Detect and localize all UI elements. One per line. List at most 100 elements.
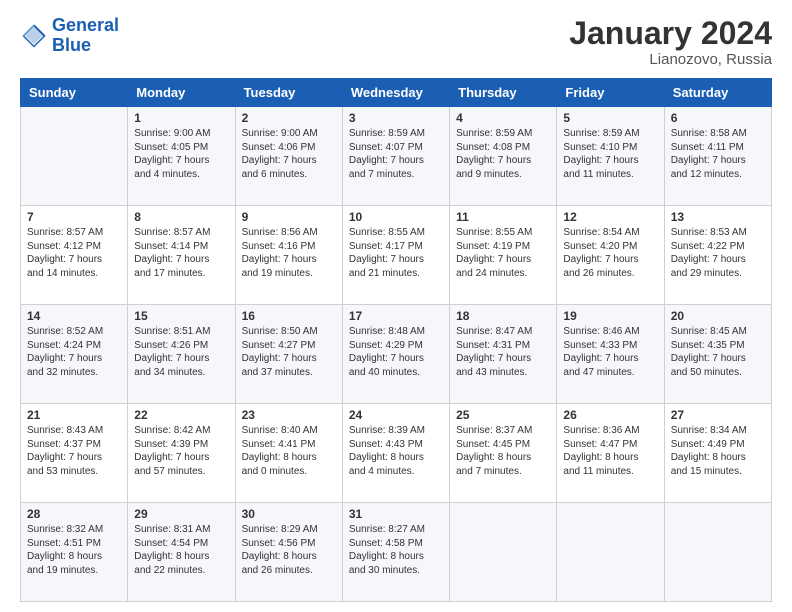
calendar-cell bbox=[557, 503, 664, 602]
calendar-cell bbox=[21, 107, 128, 206]
weekday-header-thursday: Thursday bbox=[450, 79, 557, 107]
calendar-cell: 5 Sunrise: 8:59 AMSunset: 4:10 PMDaylight… bbox=[557, 107, 664, 206]
calendar-cell: 16 Sunrise: 8:50 AMSunset: 4:27 PMDayligh… bbox=[235, 305, 342, 404]
day-info: Sunrise: 8:57 AMSunset: 4:12 PMDaylight:… bbox=[27, 226, 121, 280]
day-info: Sunrise: 8:43 AMSunset: 4:37 PMDaylight:… bbox=[27, 424, 121, 478]
calendar-cell: 8 Sunrise: 8:57 AMSunset: 4:14 PMDaylight… bbox=[128, 206, 235, 305]
logo: General Blue bbox=[20, 16, 119, 56]
day-number: 18 bbox=[456, 309, 550, 323]
day-number: 31 bbox=[349, 507, 443, 521]
weekday-header-saturday: Saturday bbox=[664, 79, 771, 107]
calendar-cell bbox=[664, 503, 771, 602]
month-title: January 2024 bbox=[569, 16, 772, 51]
day-number: 20 bbox=[671, 309, 765, 323]
day-number: 26 bbox=[563, 408, 657, 422]
day-info: Sunrise: 8:54 AMSunset: 4:20 PMDaylight:… bbox=[563, 226, 657, 280]
calendar-cell: 25 Sunrise: 8:37 AMSunset: 4:45 PMDayligh… bbox=[450, 404, 557, 503]
weekday-header-wednesday: Wednesday bbox=[342, 79, 449, 107]
weekday-header-friday: Friday bbox=[557, 79, 664, 107]
weekday-header-sunday: Sunday bbox=[21, 79, 128, 107]
calendar-cell: 12 Sunrise: 8:54 AMSunset: 4:20 PMDayligh… bbox=[557, 206, 664, 305]
calendar-cell: 17 Sunrise: 8:48 AMSunset: 4:29 PMDayligh… bbox=[342, 305, 449, 404]
calendar-cell bbox=[450, 503, 557, 602]
day-number: 21 bbox=[27, 408, 121, 422]
day-info: Sunrise: 8:56 AMSunset: 4:16 PMDaylight:… bbox=[242, 226, 336, 280]
title-block: January 2024 Lianozovo, Russia bbox=[569, 16, 772, 68]
calendar-cell: 31Sunrise: 8:27 AMSunset: 4:58 PMDayligh… bbox=[342, 503, 449, 602]
day-info: Sunrise: 8:46 AMSunset: 4:33 PMDaylight:… bbox=[563, 325, 657, 379]
header: General Blue January 2024 Lianozovo, Rus… bbox=[20, 16, 772, 68]
calendar-cell: 3Sunrise: 8:59 AMSunset: 4:07 PMDaylight… bbox=[342, 107, 449, 206]
day-number: 1 bbox=[134, 111, 228, 125]
day-info: Sunrise: 8:53 AMSunset: 4:22 PMDaylight:… bbox=[671, 226, 765, 280]
calendar-week-row: 7Sunrise: 8:57 AMSunset: 4:12 PMDaylight… bbox=[21, 206, 772, 305]
logo-general: General bbox=[52, 15, 119, 35]
day-number: 12 bbox=[563, 210, 657, 224]
day-number: 15 bbox=[134, 309, 228, 323]
day-number: 10 bbox=[349, 210, 443, 224]
day-info: Sunrise: 8:52 AMSunset: 4:24 PMDaylight:… bbox=[27, 325, 121, 379]
day-number: 4 bbox=[456, 111, 550, 125]
calendar-week-row: 21 Sunrise: 8:43 AMSunset: 4:37 PMDayligh… bbox=[21, 404, 772, 503]
day-info: Sunrise: 8:59 AMSunset: 4:08 PMDaylight:… bbox=[456, 127, 550, 181]
day-info: Sunrise: 8:47 AMSunset: 4:31 PMDaylight:… bbox=[456, 325, 550, 379]
day-info: Sunrise: 8:45 AMSunset: 4:35 PMDaylight:… bbox=[671, 325, 765, 379]
day-number: 27 bbox=[671, 408, 765, 422]
calendar-cell: 13Sunrise: 8:53 AMSunset: 4:22 PMDayligh… bbox=[664, 206, 771, 305]
day-info: Sunrise: 9:00 AMSunset: 4:06 PMDaylight:… bbox=[242, 127, 336, 181]
day-number: 17 bbox=[349, 309, 443, 323]
day-number: 8 bbox=[134, 210, 228, 224]
calendar-header: SundayMondayTuesdayWednesdayThursdayFrid… bbox=[21, 79, 772, 107]
day-info: Sunrise: 8:37 AMSunset: 4:45 PMDaylight:… bbox=[456, 424, 550, 478]
location: Lianozovo, Russia bbox=[569, 51, 772, 68]
day-number: 28 bbox=[27, 507, 121, 521]
calendar-cell: 24Sunrise: 8:39 AMSunset: 4:43 PMDayligh… bbox=[342, 404, 449, 503]
calendar-table: SundayMondayTuesdayWednesdayThursdayFrid… bbox=[20, 78, 772, 602]
calendar-cell: 27Sunrise: 8:34 AMSunset: 4:49 PMDayligh… bbox=[664, 404, 771, 503]
day-number: 2 bbox=[242, 111, 336, 125]
day-info: Sunrise: 8:57 AMSunset: 4:14 PMDaylight:… bbox=[134, 226, 228, 280]
day-number: 5 bbox=[563, 111, 657, 125]
calendar-cell: 21 Sunrise: 8:43 AMSunset: 4:37 PMDayligh… bbox=[21, 404, 128, 503]
calendar-page: General Blue January 2024 Lianozovo, Rus… bbox=[0, 0, 792, 612]
day-number: 11 bbox=[456, 210, 550, 224]
day-info: Sunrise: 8:55 AMSunset: 4:19 PMDaylight:… bbox=[456, 226, 550, 280]
calendar-cell: 20 Sunrise: 8:45 AMSunset: 4:35 PMDayligh… bbox=[664, 305, 771, 404]
day-number: 29 bbox=[134, 507, 228, 521]
day-info: Sunrise: 8:29 AMSunset: 4:56 PMDaylight:… bbox=[242, 523, 336, 577]
weekday-header-monday: Monday bbox=[128, 79, 235, 107]
day-number: 25 bbox=[456, 408, 550, 422]
calendar-week-row: 28Sunrise: 8:32 AMSunset: 4:51 PMDayligh… bbox=[21, 503, 772, 602]
calendar-cell: 26 Sunrise: 8:36 AMSunset: 4:47 PMDayligh… bbox=[557, 404, 664, 503]
day-number: 30 bbox=[242, 507, 336, 521]
calendar-cell: 9Sunrise: 8:56 AMSunset: 4:16 PMDaylight… bbox=[235, 206, 342, 305]
day-number: 16 bbox=[242, 309, 336, 323]
calendar-cell: 30 Sunrise: 8:29 AMSunset: 4:56 PMDayligh… bbox=[235, 503, 342, 602]
day-info: Sunrise: 8:42 AMSunset: 4:39 PMDaylight:… bbox=[134, 424, 228, 478]
day-info: Sunrise: 9:00 AMSunset: 4:05 PMDaylight:… bbox=[134, 127, 228, 181]
day-info: Sunrise: 8:50 AMSunset: 4:27 PMDaylight:… bbox=[242, 325, 336, 379]
day-info: Sunrise: 8:59 AMSunset: 4:10 PMDaylight:… bbox=[563, 127, 657, 181]
day-info: Sunrise: 8:58 AMSunset: 4:11 PMDaylight:… bbox=[671, 127, 765, 181]
calendar-week-row: 14Sunrise: 8:52 AMSunset: 4:24 PMDayligh… bbox=[21, 305, 772, 404]
calendar-week-row: 1 Sunrise: 9:00 AMSunset: 4:05 PMDaylight… bbox=[21, 107, 772, 206]
day-info: Sunrise: 8:36 AMSunset: 4:47 PMDaylight:… bbox=[563, 424, 657, 478]
calendar-cell: 28Sunrise: 8:32 AMSunset: 4:51 PMDayligh… bbox=[21, 503, 128, 602]
calendar-cell: 10 Sunrise: 8:55 AMSunset: 4:17 PMDayligh… bbox=[342, 206, 449, 305]
day-info: Sunrise: 8:51 AMSunset: 4:26 PMDaylight:… bbox=[134, 325, 228, 379]
day-info: Sunrise: 8:48 AMSunset: 4:29 PMDaylight:… bbox=[349, 325, 443, 379]
calendar-cell: 18 Sunrise: 8:47 AMSunset: 4:31 PMDayligh… bbox=[450, 305, 557, 404]
weekday-header-tuesday: Tuesday bbox=[235, 79, 342, 107]
day-info: Sunrise: 8:40 AMSunset: 4:41 PMDaylight:… bbox=[242, 424, 336, 478]
calendar-cell: 15 Sunrise: 8:51 AMSunset: 4:26 PMDayligh… bbox=[128, 305, 235, 404]
calendar-cell: 4 Sunrise: 8:59 AMSunset: 4:08 PMDaylight… bbox=[450, 107, 557, 206]
day-info: Sunrise: 8:55 AMSunset: 4:17 PMDaylight:… bbox=[349, 226, 443, 280]
day-number: 6 bbox=[671, 111, 765, 125]
logo-text: General Blue bbox=[52, 16, 119, 56]
day-info: Sunrise: 8:59 AMSunset: 4:07 PMDaylight:… bbox=[349, 127, 443, 181]
calendar-body: 1 Sunrise: 9:00 AMSunset: 4:05 PMDaylight… bbox=[21, 107, 772, 602]
calendar-cell: 2 Sunrise: 9:00 AMSunset: 4:06 PMDaylight… bbox=[235, 107, 342, 206]
calendar-cell: 29Sunrise: 8:31 AMSunset: 4:54 PMDayligh… bbox=[128, 503, 235, 602]
day-number: 22 bbox=[134, 408, 228, 422]
calendar-cell: 7Sunrise: 8:57 AMSunset: 4:12 PMDaylight… bbox=[21, 206, 128, 305]
